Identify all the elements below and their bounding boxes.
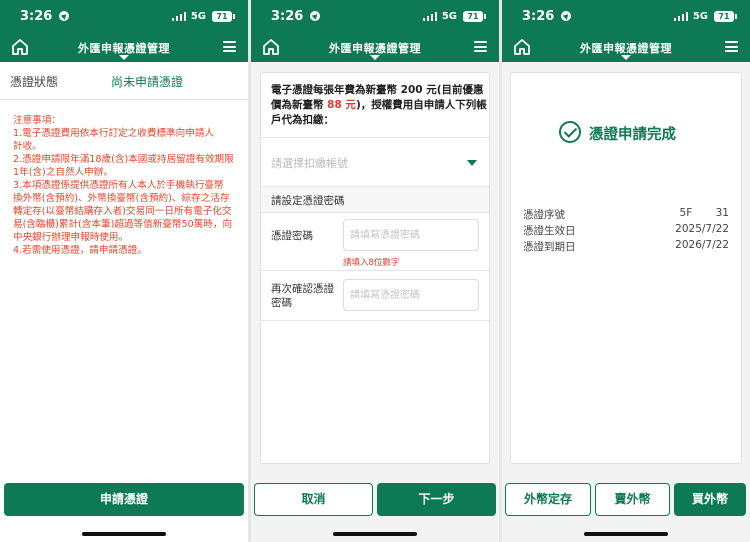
menu-icon[interactable] [474,41,487,52]
notice-line: 易(含臨櫃)累計(含本筆)超過等值新臺幣50萬時，向 [13,219,233,230]
confirm-label-line: 密碼 [271,297,292,309]
screen-apply-certificate: 3:26 5G 71 外匯申報憑證管理 電子憑證每張年費為新臺幣 200 元(目… [251,0,499,542]
location-arrow-icon [561,11,571,21]
password-label: 憑證密碼 [271,230,313,242]
cancel-button[interactable]: 取消 [254,483,373,516]
signal-icon [423,12,437,21]
next-button[interactable]: 下一步 [377,483,496,516]
debit-account-select[interactable]: 請選擇扣繳帳號 [261,137,489,187]
status-time: 3:26 [522,9,555,24]
check-circle-icon [559,121,581,143]
network-type: 5G [692,11,708,22]
notice-line: 中央銀行辦理申報時使用。 [13,232,129,243]
network-type: 5G [190,11,206,22]
password-row: 憑證密碼 請填入8位數字 [261,213,489,271]
network-type: 5G [441,11,457,22]
signal-icon [172,12,186,21]
notice-line: 計收。 [13,141,42,152]
notice-line: 2.憑證申請限年滿18歲(含)本國或持居留證有效期限 [13,154,234,165]
cert-serial-label: 憑證序號 [523,209,565,221]
notice-line: 1.電子憑證費用依本行訂定之收費標準向申請人 [13,128,215,139]
screen-certificate-status: 3:26 5G 71 外匯申報憑證管理 憑證狀態 尚未申請憑證 注意事項： 1.… [0,0,248,542]
confirm-password-row: 再次確認憑證 密碼 [261,271,489,321]
notice-text: 注意事項： 1.電子憑證費用依本行訂定之收費標準向申請人 計收。 2.憑證申請限… [13,114,241,257]
menu-icon[interactable] [725,41,738,52]
location-arrow-icon [59,11,69,21]
nav-title[interactable]: 外匯申報憑證管理 [0,40,248,56]
dropdown-caret-icon [467,160,477,166]
battery-icon: 71 [714,11,737,22]
battery-icon: 71 [212,11,235,22]
nav-title[interactable]: 外匯申報憑證管理 [502,40,750,56]
signal-icon [674,12,688,21]
chevron-down-icon[interactable] [119,55,129,60]
apply-form-card: 電子憑證每張年費為新臺幣 200 元(目前優惠價為新臺幣 88 元)，授權費用自… [260,72,490,464]
completion-header: 憑證申請完成 [511,121,741,145]
section-title: 請設定憑證密碼 [271,195,345,207]
cert-expiry-row: 憑證到期日 2026/7/22 [523,239,729,254]
status-value: 尚未申請憑證 [111,75,184,89]
notice-line: 注意事項： [13,115,61,126]
screen-apply-complete: 3:26 5G 71 外匯申報憑證管理 憑證申請完成 憑證序號 5F 31 憑證… [502,0,750,542]
cert-effective-row: 憑證生效日 2025/7/22 [523,223,729,238]
completion-title: 憑證申請完成 [589,127,676,143]
notice-line: 1年(含)之自然人申辦。 [13,167,113,178]
cert-effective-label: 憑證生效日 [523,225,576,237]
cert-effective-value: 2025/7/22 [675,223,729,235]
fee-description: 電子憑證每張年費為新臺幣 200 元(目前優惠價為新臺幣 88 元)，授權費用自… [271,83,487,128]
apply-certificate-button[interactable]: 申請憑證 [4,483,244,516]
password-hint: 請填入8位數字 [343,258,400,268]
chevron-down-icon[interactable] [621,55,631,60]
nav-bar: 外匯申報憑證管理 [502,32,750,62]
buy-fx-button[interactable]: 買外幣 [674,483,746,516]
fee-price: 88 元 [327,99,356,111]
nav-bar: 外匯申報憑證管理 [251,32,499,62]
debit-account-placeholder: 請選擇扣繳帳號 [271,157,348,170]
result-card: 憑證申請完成 憑證序號 5F 31 憑證生效日 2025/7/22 憑證到期日 … [510,72,742,464]
status-label: 憑證狀態 [10,75,59,89]
sell-fx-button[interactable]: 賣外幣 [595,483,670,516]
notice-line: 轉定存(以臺幣結購存入者)交易同一日所有電子化交 [13,206,232,217]
password-input[interactable] [343,219,479,251]
app-screens: 3:26 5G 71 外匯申報憑證管理 憑證狀態 尚未申請憑證 注意事項： 1.… [0,0,750,542]
nav-bar: 外匯申報憑證管理 [0,32,248,62]
status-bar: 3:26 5G 71 [251,0,499,32]
home-indicator [82,532,166,536]
status-bar: 3:26 5G 71 [0,0,248,32]
notice-line: 3.本項憑證係提供憑證所有人本人於手機執行臺幣 [13,180,224,191]
status-bar: 3:26 5G 71 [502,0,750,32]
confirm-label-line: 再次確認憑證 [271,283,334,295]
battery-icon: 71 [463,11,486,22]
cert-expiry-label: 憑證到期日 [523,241,576,253]
certificate-status-row: 憑證狀態 尚未申請憑證 [0,62,248,100]
status-time: 3:26 [20,9,53,24]
notice-line: 換外幣(含預約)、外幣換臺幣(含預約)、綜存之活存 [13,193,230,204]
cert-serial-value: 5F 31 [679,207,729,219]
cert-serial-row: 憑證序號 5F 31 [523,207,729,222]
confirm-password-input[interactable] [343,279,479,311]
notice-line: 4.若需使用憑證，請申請憑證。 [13,245,147,256]
location-arrow-icon [310,11,320,21]
nav-title[interactable]: 外匯申報憑證管理 [251,40,499,56]
cert-expiry-value: 2026/7/22 [675,239,729,251]
chevron-down-icon[interactable] [370,55,380,60]
password-section-header: 請設定憑證密碼 [261,187,489,213]
fx-deposit-button[interactable]: 外幣定存 [505,483,591,516]
home-indicator [584,532,668,536]
confirm-password-label: 再次確認憑證 密碼 [271,282,334,310]
status-time: 3:26 [271,9,304,24]
menu-icon[interactable] [223,41,236,52]
home-indicator [333,532,417,536]
